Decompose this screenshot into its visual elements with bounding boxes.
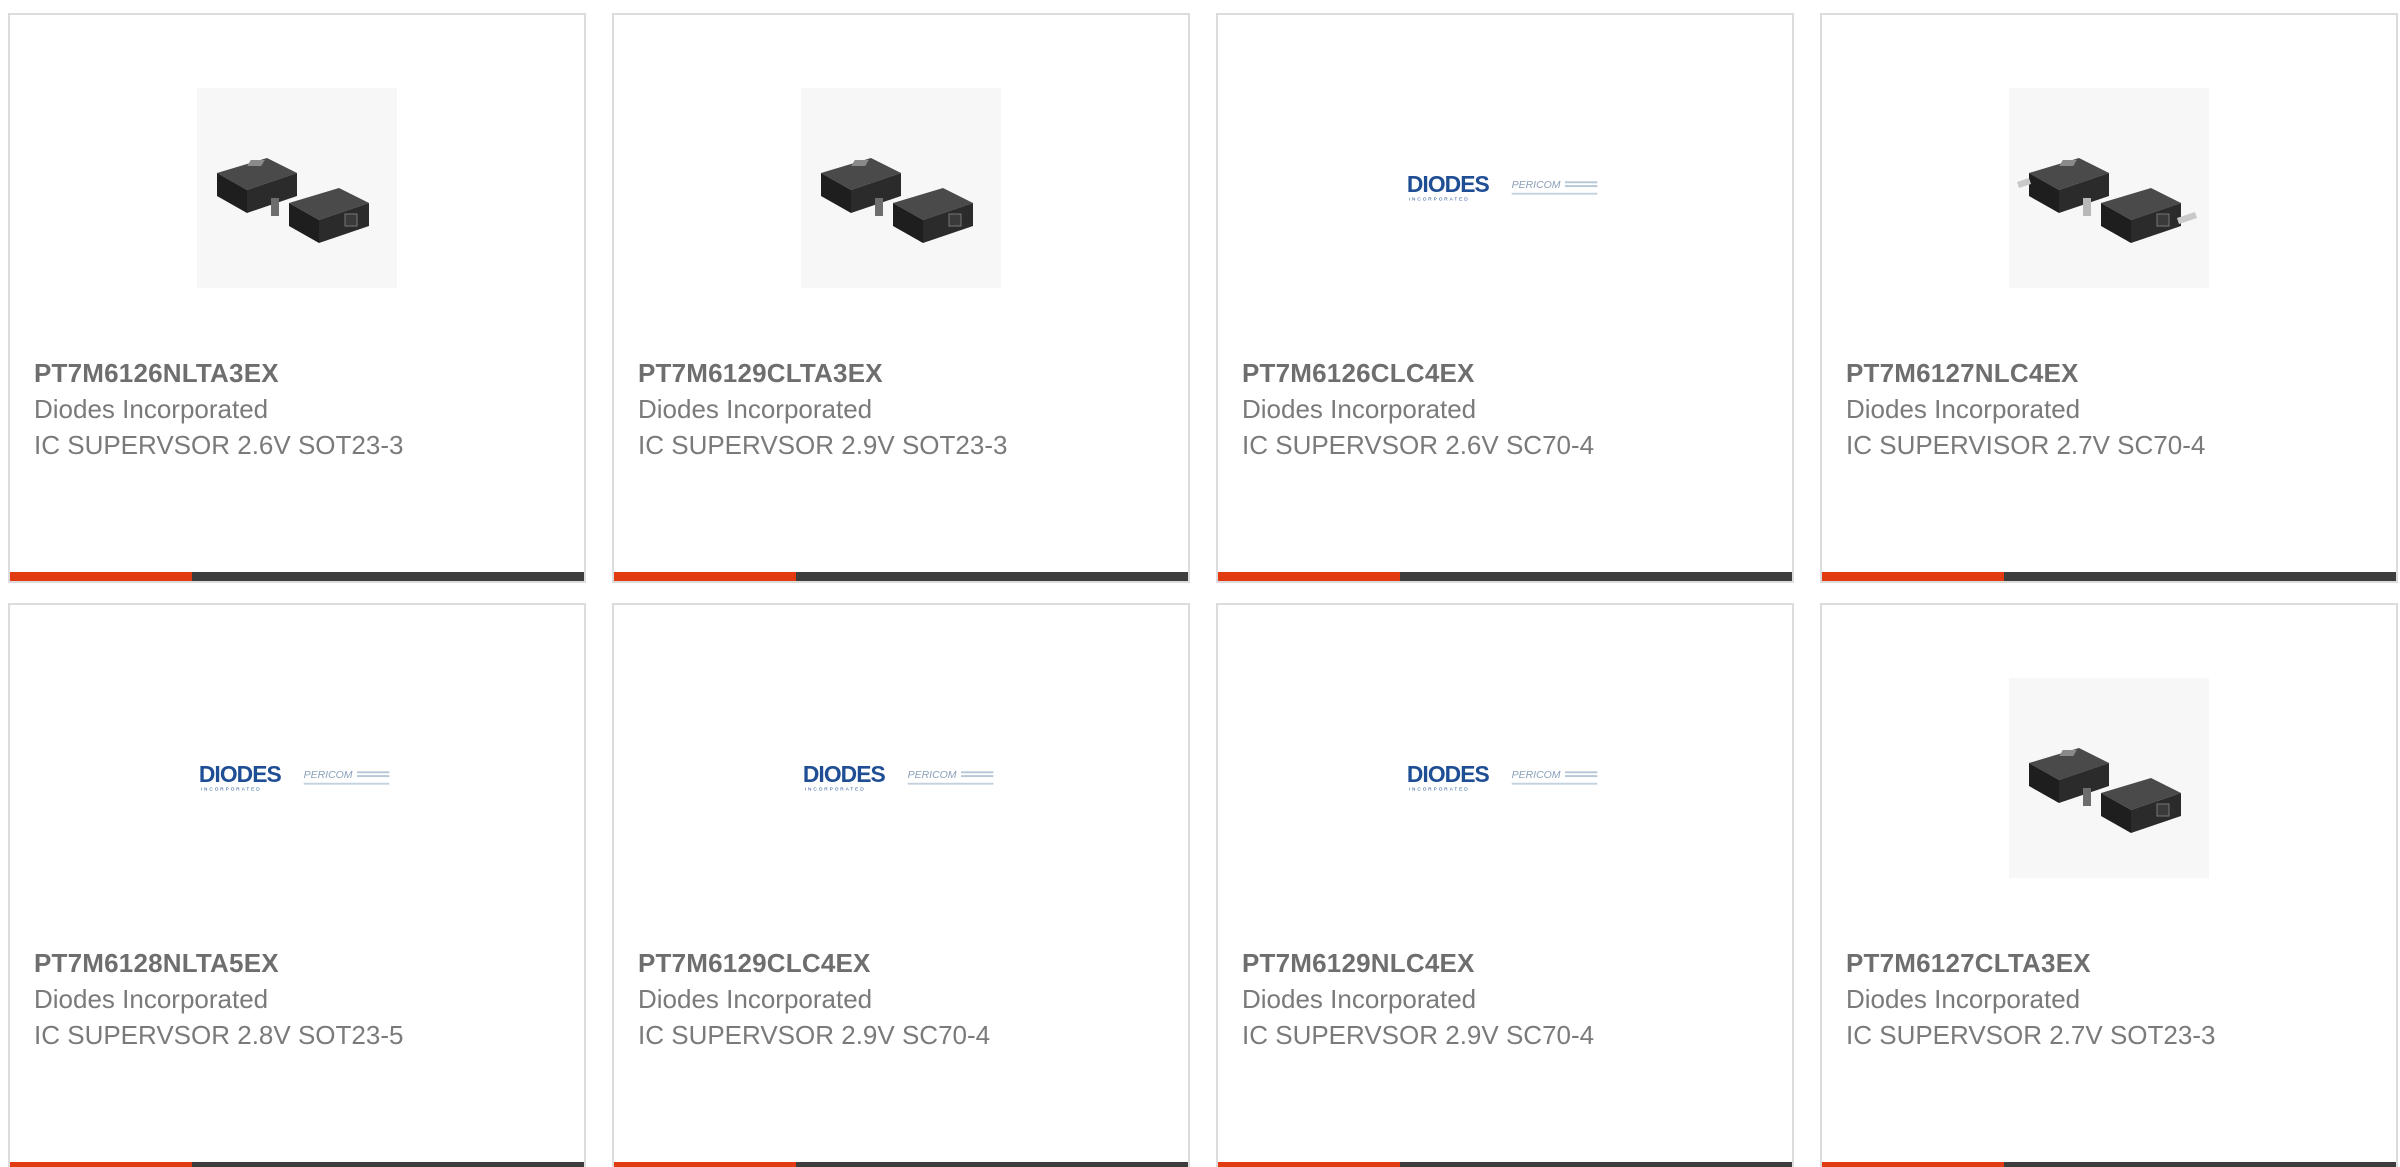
product-card[interactable]: PT7M6127CLTA3EX Diodes Incorporated IC SUP… (1820, 603, 2398, 1167)
card-footer-bar (10, 572, 584, 581)
product-image[interactable] (1822, 83, 2396, 293)
product-card[interactable]: DIODES INCORPORATED PERICOM PT7M6126CLC4… (1216, 13, 1794, 583)
diodes-pericom-logo: DIODES INCORPORATED PERICOM (197, 678, 397, 878)
card-accent-stripe (1218, 572, 1400, 581)
sot23-3-chip-icon (197, 88, 397, 288)
svg-text:PERICOM: PERICOM (304, 770, 353, 781)
manufacturer-name: Diodes Incorporated (1846, 394, 2081, 424)
product-info: PT7M6128NLTA5EX Diodes Incorporated IC SUP… (34, 945, 564, 1053)
svg-text:PERICOM: PERICOM (1512, 770, 1561, 781)
diodes-logo-text: DIODES (1407, 761, 1490, 787)
diodes-pericom-logo: DIODES INCORPORATED PERICOM (1405, 678, 1605, 878)
product-image[interactable] (1822, 673, 2396, 883)
manufacturer-name: Diodes Incorporated (1242, 394, 1477, 424)
product-info: PT7M6126CLC4EX Diodes Incorporated IC SUPE… (1242, 355, 1772, 463)
diodes-logo-text: DIODES (1407, 171, 1490, 197)
manufacturer-name: Diodes Incorporated (638, 394, 873, 424)
card-accent-stripe (614, 572, 796, 581)
product-description: IC SUPERVISOR 2.7V SC70-4 (1846, 430, 2206, 460)
product-card[interactable]: DIODES INCORPORATED PERICOM PT7M6129CLC4… (612, 603, 1190, 1167)
sot23-3-chip-icon (801, 88, 1001, 288)
product-info: PT7M6126NLTA3EX Diodes Incorporated IC SUP… (34, 355, 564, 463)
part-number-link[interactable]: PT7M6129NLC4EX (1242, 945, 1772, 981)
svg-text:PERICOM: PERICOM (1512, 180, 1561, 191)
manufacturer-name: Diodes Incorporated (638, 984, 873, 1014)
product-description: IC SUPERVSOR 2.7V SOT23-3 (1846, 1020, 2216, 1050)
product-description: IC SUPERVSOR 2.9V SOT23-3 (638, 430, 1008, 460)
card-footer-bar (1822, 572, 2396, 581)
svg-text:PERICOM: PERICOM (908, 770, 957, 781)
product-card[interactable]: PT7M6127NLC4EX Diodes Incorporated IC SUPE… (1820, 13, 2398, 583)
product-image[interactable] (614, 83, 1188, 293)
manufacturer-name: Diodes Incorporated (1846, 984, 2081, 1014)
product-card[interactable]: DIODES INCORPORATED PERICOM PT7M6129NLC4… (1216, 603, 1794, 1167)
part-number-link[interactable]: PT7M6127NLC4EX (1846, 355, 2376, 391)
product-image[interactable]: DIODES INCORPORATED PERICOM (1218, 673, 1792, 883)
product-description: IC SUPERVSOR 2.6V SOT23-3 (34, 430, 404, 460)
product-image[interactable] (10, 83, 584, 293)
product-image[interactable]: DIODES INCORPORATED PERICOM (614, 673, 1188, 883)
diodes-logo-text: DIODES (803, 761, 886, 787)
card-accent-stripe (614, 1162, 796, 1167)
card-footer-bar (10, 1162, 584, 1167)
card-accent-stripe (1822, 1162, 2004, 1167)
card-accent-stripe (10, 1162, 192, 1167)
part-number-link[interactable]: PT7M6128NLTA5EX (34, 945, 564, 981)
diodes-pericom-logo: DIODES INCORPORATED PERICOM (1405, 88, 1605, 288)
product-description: IC SUPERVSOR 2.9V SC70-4 (638, 1020, 991, 1050)
part-number-link[interactable]: PT7M6129CLTA3EX (638, 355, 1168, 391)
diodes-logo-text: DIODES (199, 761, 282, 787)
diodes-pericom-logo: DIODES INCORPORATED PERICOM (801, 678, 1001, 878)
product-info: PT7M6129CLTA3EX Diodes Incorporated IC SUP… (638, 355, 1168, 463)
svg-text:INCORPORATED: INCORPORATED (1409, 786, 1470, 792)
card-footer-bar (1822, 1162, 2396, 1167)
card-footer-bar (1218, 1162, 1792, 1167)
product-card[interactable]: PT7M6126NLTA3EX Diodes Incorporated IC SUP… (8, 13, 586, 583)
card-accent-stripe (1218, 1162, 1400, 1167)
product-info: PT7M6127NLC4EX Diodes Incorporated IC SUPE… (1846, 355, 2376, 463)
svg-text:INCORPORATED: INCORPORATED (805, 786, 866, 792)
product-image[interactable]: DIODES INCORPORATED PERICOM (1218, 83, 1792, 293)
svg-text:INCORPORATED: INCORPORATED (1409, 196, 1470, 202)
product-card[interactable]: DIODES INCORPORATED PERICOM PT7M6128NLTA… (8, 603, 586, 1167)
sc70-4-chip-icon (2009, 88, 2209, 288)
part-number-link[interactable]: PT7M6127CLTA3EX (1846, 945, 2376, 981)
product-grid: PT7M6126NLTA3EX Diodes Incorporated IC SUP… (8, 13, 2398, 1167)
card-accent-stripe (1822, 572, 2004, 581)
part-number-link[interactable]: PT7M6129CLC4EX (638, 945, 1168, 981)
product-info: PT7M6129CLC4EX Diodes Incorporated IC SUPE… (638, 945, 1168, 1053)
part-number-link[interactable]: PT7M6126NLTA3EX (34, 355, 564, 391)
product-info: PT7M6127CLTA3EX Diodes Incorporated IC SUP… (1846, 945, 2376, 1053)
card-footer-bar (1218, 572, 1792, 581)
product-description: IC SUPERVSOR 2.9V SC70-4 (1242, 1020, 1595, 1050)
manufacturer-name: Diodes Incorporated (34, 984, 269, 1014)
product-image[interactable]: DIODES INCORPORATED PERICOM (10, 673, 584, 883)
card-accent-stripe (10, 572, 192, 581)
sot23-3-chip-icon (2009, 678, 2209, 878)
manufacturer-name: Diodes Incorporated (34, 394, 269, 424)
card-footer-bar (614, 572, 1188, 581)
card-footer-bar (614, 1162, 1188, 1167)
product-description: IC SUPERVSOR 2.8V SOT23-5 (34, 1020, 404, 1050)
svg-text:INCORPORATED: INCORPORATED (201, 786, 262, 792)
part-number-link[interactable]: PT7M6126CLC4EX (1242, 355, 1772, 391)
manufacturer-name: Diodes Incorporated (1242, 984, 1477, 1014)
product-description: IC SUPERVSOR 2.6V SC70-4 (1242, 430, 1595, 460)
product-card[interactable]: PT7M6129CLTA3EX Diodes Incorporated IC SUP… (612, 13, 1190, 583)
product-info: PT7M6129NLC4EX Diodes Incorporated IC SUPE… (1242, 945, 1772, 1053)
